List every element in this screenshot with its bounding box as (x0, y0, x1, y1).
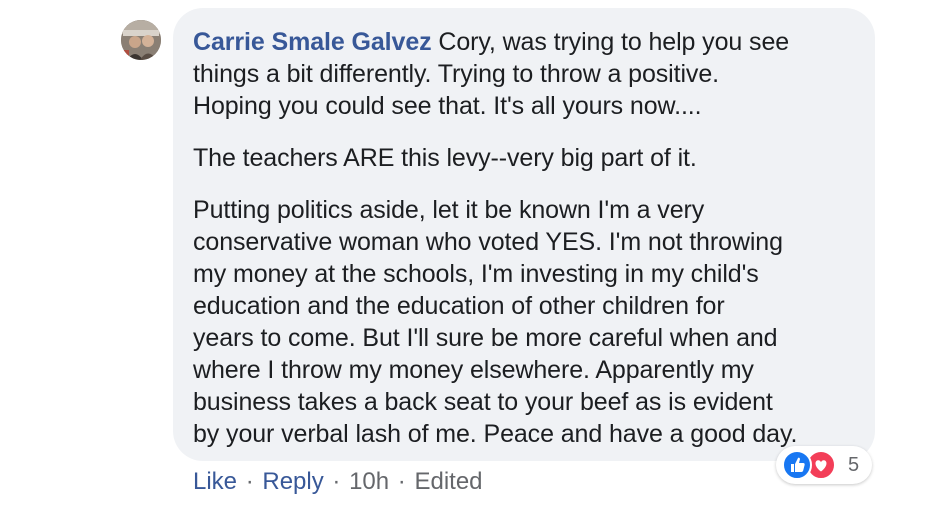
reaction-count: 5 (848, 454, 860, 476)
timestamp[interactable]: 10h (349, 468, 389, 495)
separator: · (245, 468, 254, 495)
edited-label[interactable]: Edited (414, 468, 482, 495)
comment-paragraph: Carrie Smale Galvez Cory, was trying to … (193, 26, 855, 122)
comment-bubble: Carrie Smale Galvez Cory, was trying to … (173, 8, 875, 461)
reply-button[interactable]: Reply (262, 468, 323, 495)
profile-photo (121, 20, 161, 60)
comment-paragraph: The teachers ARE this levy--very big par… (193, 144, 697, 172)
comment-paragraph: Putting politics aside, let it be known … (193, 196, 798, 448)
like-icon (782, 450, 812, 480)
separator: · (397, 468, 406, 495)
author-name-link[interactable]: Carrie Smale Galvez (193, 28, 432, 56)
comment-actions: Like · Reply · 10h · Edited (193, 466, 483, 498)
like-button[interactable]: Like (193, 468, 237, 495)
avatar[interactable] (121, 20, 161, 60)
separator: · (332, 468, 341, 495)
reactions-summary[interactable]: 5 (776, 446, 872, 484)
comment-body: Carrie Smale Galvez Cory, was trying to … (193, 26, 855, 450)
